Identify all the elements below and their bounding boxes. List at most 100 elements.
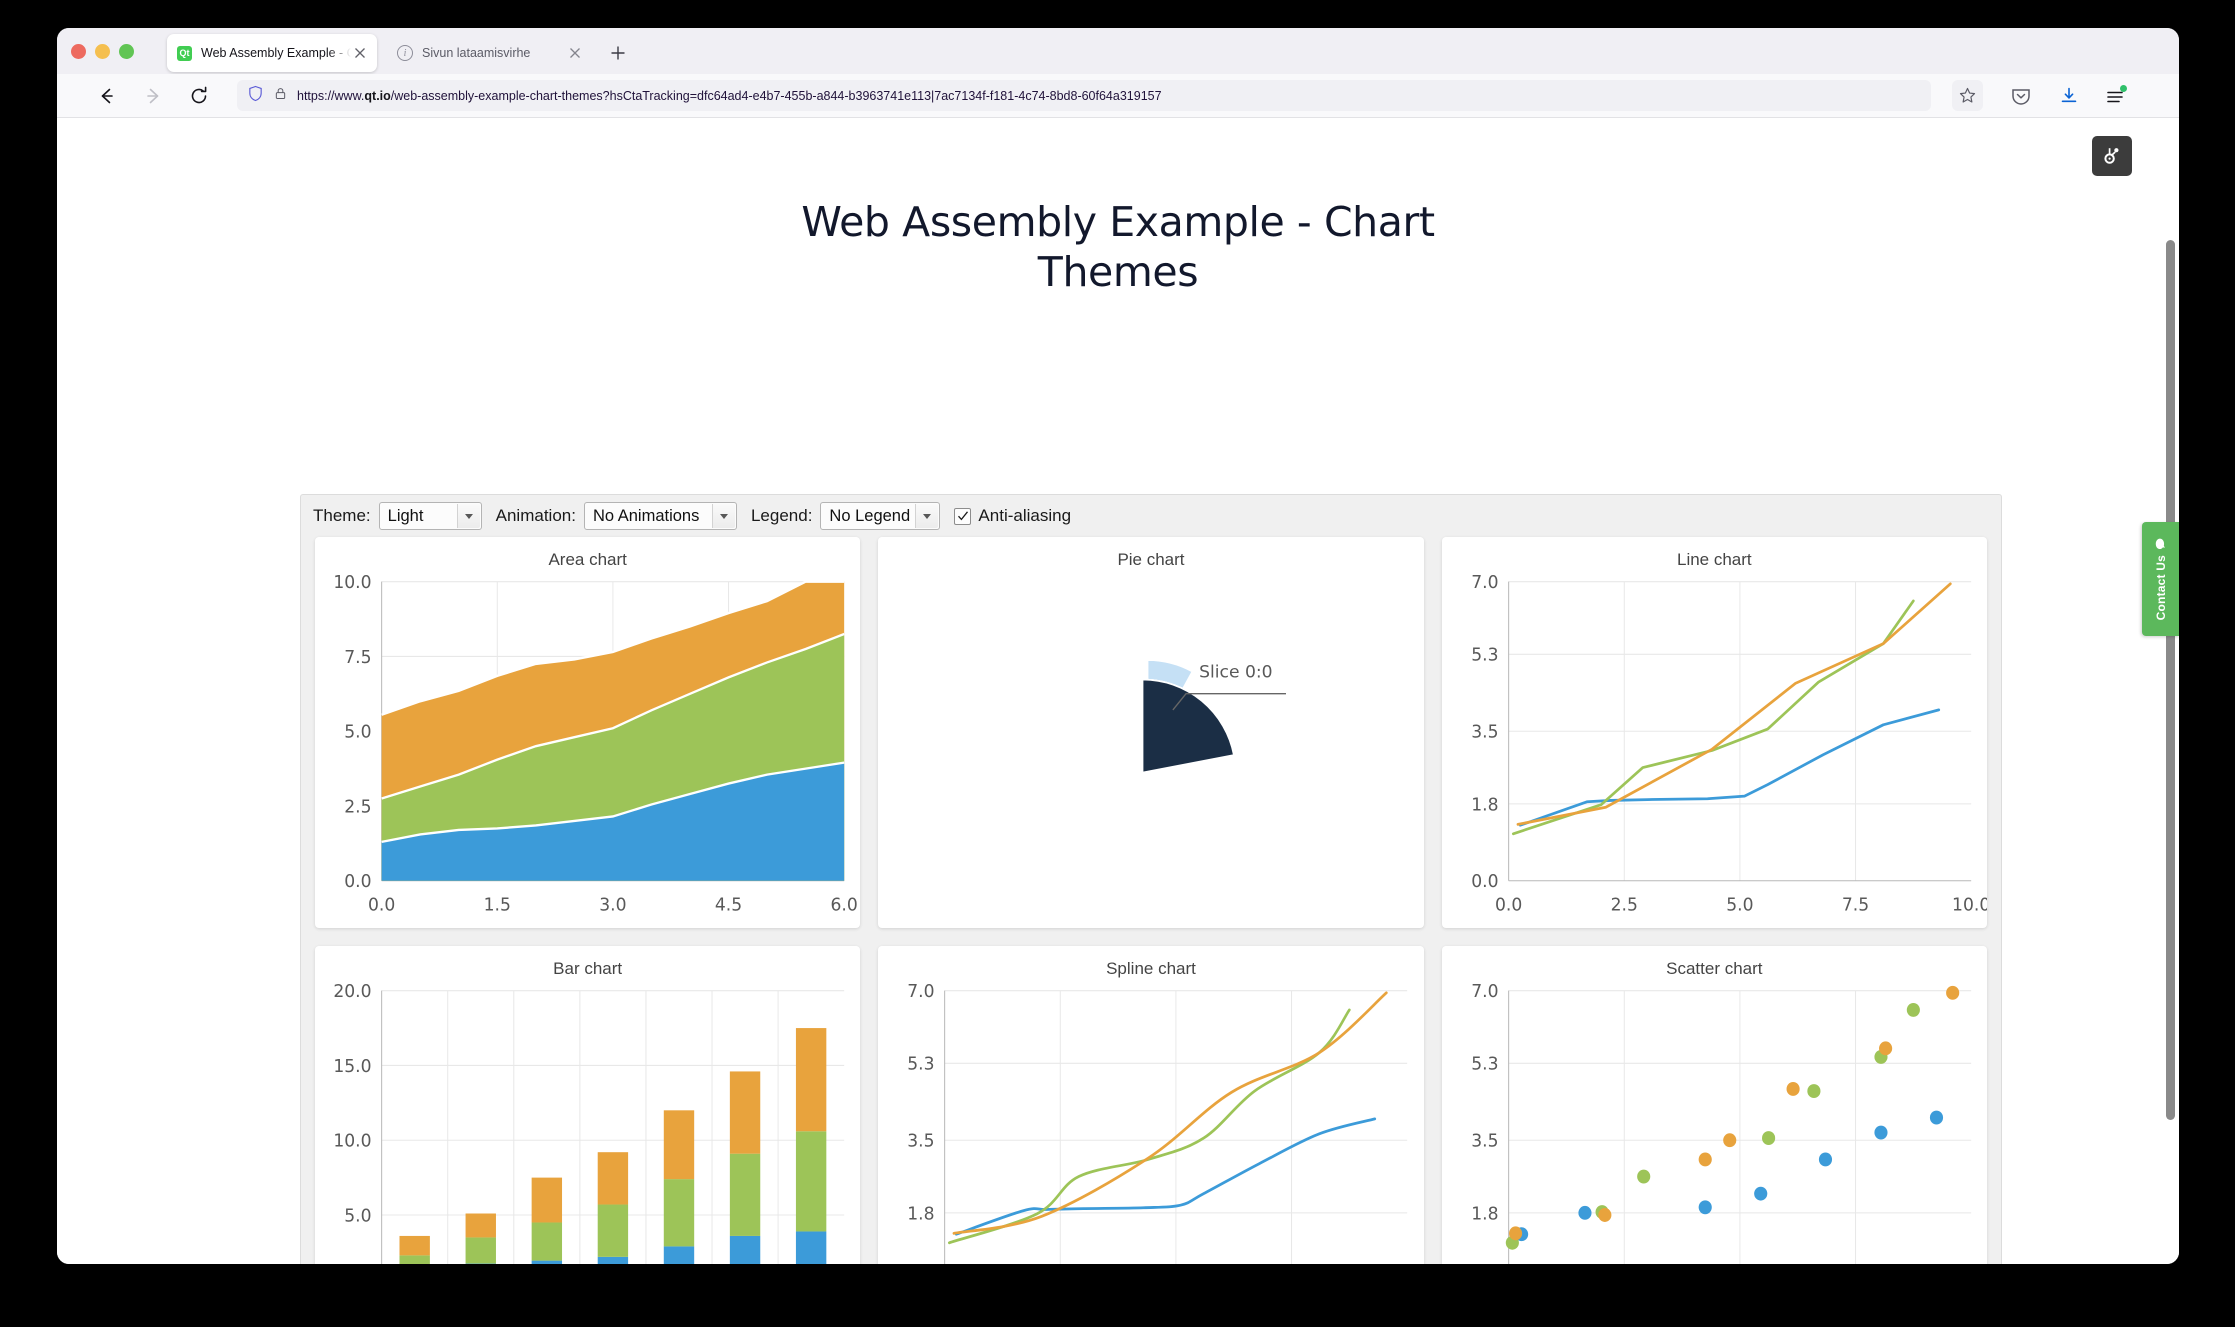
window-maximize-button[interactable] — [119, 44, 134, 59]
chart-title: Bar chart — [553, 958, 623, 978]
bar-chart-plot: 0.05.010.015.020.01234567 — [315, 980, 860, 1264]
bookmark-star-icon[interactable] — [1952, 80, 1983, 111]
svg-text:20.0: 20.0 — [333, 981, 371, 1002]
new-tab-button[interactable] — [607, 42, 629, 64]
svg-text:2.5: 2.5 — [344, 797, 371, 818]
svg-text:7.5: 7.5 — [344, 647, 371, 668]
svg-text:1.8: 1.8 — [908, 1203, 935, 1224]
svg-text:3.5: 3.5 — [1471, 722, 1498, 743]
svg-text:0.0: 0.0 — [344, 872, 371, 893]
qt-favicon-icon: Qt — [177, 45, 192, 61]
page-content: Web Assembly Example - Chart Themes Cont… — [57, 118, 2179, 1264]
svg-text:5.0: 5.0 — [344, 722, 371, 743]
legend-label: Legend: — [750, 506, 813, 525]
pocket-icon[interactable] — [2009, 84, 2033, 108]
chevron-down-icon[interactable] — [915, 504, 939, 528]
svg-text:2.5: 2.5 — [1610, 895, 1637, 916]
spline-chart-plot: 0.01.83.55.37.00.02.55.07.510.0 — [878, 980, 1423, 1264]
chevron-down-icon[interactable] — [456, 504, 480, 528]
svg-text:5.3: 5.3 — [908, 1054, 935, 1075]
svg-text:3.5: 3.5 — [908, 1131, 935, 1152]
svg-text:10.0: 10.0 — [333, 573, 371, 594]
animation-value: No Animations — [592, 506, 700, 525]
page-scrollbar[interactable] — [2166, 240, 2175, 1120]
app-menu-icon[interactable] — [2103, 84, 2127, 108]
antialiasing-label: Anti-aliasing — [978, 506, 1072, 525]
close-icon[interactable] — [351, 44, 369, 62]
svg-text:5.3: 5.3 — [1471, 645, 1498, 666]
animation-select[interactable]: No Animations — [583, 502, 737, 530]
window-close-button[interactable] — [71, 44, 86, 59]
contact-us-label: Contact Us — [2154, 555, 2168, 621]
area-chart-plot: 0.0 2.5 5.0 7.5 10.0 0.0 1.5 3.0 4.5 6.0 — [315, 571, 860, 924]
theme-select[interactable]: Light — [378, 502, 482, 530]
browser-tab-active[interactable]: Qt Web Assembly Example - Chart Themes — [167, 34, 377, 72]
svg-text:7.5: 7.5 — [1842, 895, 1869, 916]
pie-chart-plot: Slice 0:0 — [878, 571, 1423, 924]
animation-label: Animation: — [495, 506, 576, 525]
svg-text:4.5: 4.5 — [715, 895, 742, 916]
theme-value: Light — [387, 506, 424, 525]
svg-text:7.0: 7.0 — [908, 981, 935, 1002]
shield-icon[interactable] — [247, 85, 264, 107]
svg-text:10.0: 10.0 — [1952, 895, 1987, 916]
charts-grid: Area chart 0.0 2.5 5.0 7.5 10.0 0.0 1.5 3.0 4.5 6… — [301, 537, 2001, 1264]
chart-title: Line chart — [1676, 550, 1752, 569]
bar-chart-card: Bar chart 0.05.010.015.020.01234567 — [315, 945, 861, 1264]
svg-text:0.0: 0.0 — [1495, 895, 1522, 916]
chart-title: Area chart — [548, 550, 627, 569]
check-icon — [957, 511, 968, 521]
hubspot-sprocket-icon[interactable] — [2092, 136, 2132, 176]
address-bar[interactable]: https://www.qt.io/web-assembly-example-c… — [237, 80, 1931, 111]
window-minimize-button[interactable] — [95, 44, 110, 59]
svg-text:1.8: 1.8 — [1471, 1203, 1498, 1224]
chart-title: Scatter chart — [1666, 958, 1763, 978]
reload-icon[interactable] — [187, 84, 211, 108]
svg-text:3.5: 3.5 — [1471, 1131, 1498, 1152]
svg-text:7.0: 7.0 — [1471, 981, 1498, 1002]
contact-us-button[interactable]: Contact Us — [2142, 522, 2179, 636]
svg-text:5.0: 5.0 — [1726, 895, 1753, 916]
area-chart-card: Area chart 0.0 2.5 5.0 7.5 10.0 0.0 1.5 3.0 4.5 6… — [315, 537, 861, 928]
svg-text:3.0: 3.0 — [599, 895, 626, 916]
chart-controls-toolbar: Theme: Light Animation: No Animations Le… — [301, 495, 2001, 537]
svg-text:0.0: 0.0 — [368, 895, 395, 916]
update-badge — [2120, 85, 2127, 92]
downloads-icon[interactable] — [2057, 84, 2081, 108]
theme-label: Theme: — [313, 506, 371, 525]
chart-title: Pie chart — [1117, 550, 1185, 569]
line-chart-card: Line chart 0.0 1.8 3.5 5.3 7.0 0.0 2.5 5.0 7.5 10… — [1441, 537, 1987, 928]
chart-title: Spline chart — [1106, 958, 1196, 978]
scatter-chart-card: Scatter chart 0.01.83.55.37.00.02.55.07.… — [1441, 945, 1987, 1264]
chat-icon — [2156, 538, 2166, 550]
tab-title: Sivun lataamisvirhe — [422, 46, 531, 60]
browser-tab-inactive[interactable]: i Sivun lataamisvirhe — [387, 34, 592, 72]
svg-text:1.8: 1.8 — [1471, 795, 1498, 816]
svg-text:0.0: 0.0 — [1471, 872, 1498, 893]
page-title: Web Assembly Example - Chart Themes — [801, 198, 1435, 297]
legend-value: No Legend — [829, 506, 911, 525]
url-text: https://www.qt.io/web-assembly-example-c… — [297, 88, 1162, 103]
scatter-chart-plot: 0.01.83.55.37.00.02.55.07.510.0 — [1442, 980, 1987, 1264]
svg-text:Slice 0:0: Slice 0:0 — [1199, 663, 1272, 683]
svg-text:1.5: 1.5 — [484, 895, 511, 916]
chart-themes-app: Theme: Light Animation: No Animations Le… — [300, 494, 2002, 1264]
lock-icon — [273, 86, 288, 106]
info-icon: i — [397, 45, 413, 61]
browser-window: Qt Web Assembly Example - Chart Themes i… — [57, 28, 2179, 1264]
svg-text:15.0: 15.0 — [333, 1056, 371, 1077]
chevron-down-icon[interactable] — [711, 504, 735, 528]
line-chart-plot: 0.0 1.8 3.5 5.3 7.0 0.0 2.5 5.0 7.5 10.0 — [1442, 571, 1987, 924]
back-icon[interactable] — [95, 84, 119, 108]
legend-select[interactable]: No Legend — [820, 502, 941, 530]
close-icon[interactable] — [566, 44, 584, 62]
navigation-toolbar: https://www.qt.io/web-assembly-example-c… — [57, 74, 2179, 118]
svg-text:5.0: 5.0 — [344, 1205, 371, 1226]
forward-icon[interactable] — [141, 84, 165, 108]
spline-chart-card: Spline chart 0.01.83.55.37.00.02.55.07.5… — [878, 945, 1424, 1264]
tab-strip: Qt Web Assembly Example - Chart Themes i… — [57, 28, 2179, 74]
tab-title: Web Assembly Example - Chart Themes — [201, 46, 351, 60]
svg-text:10.0: 10.0 — [333, 1131, 371, 1152]
svg-text:7.0: 7.0 — [1471, 573, 1498, 594]
antialiasing-checkbox[interactable] — [954, 507, 972, 525]
